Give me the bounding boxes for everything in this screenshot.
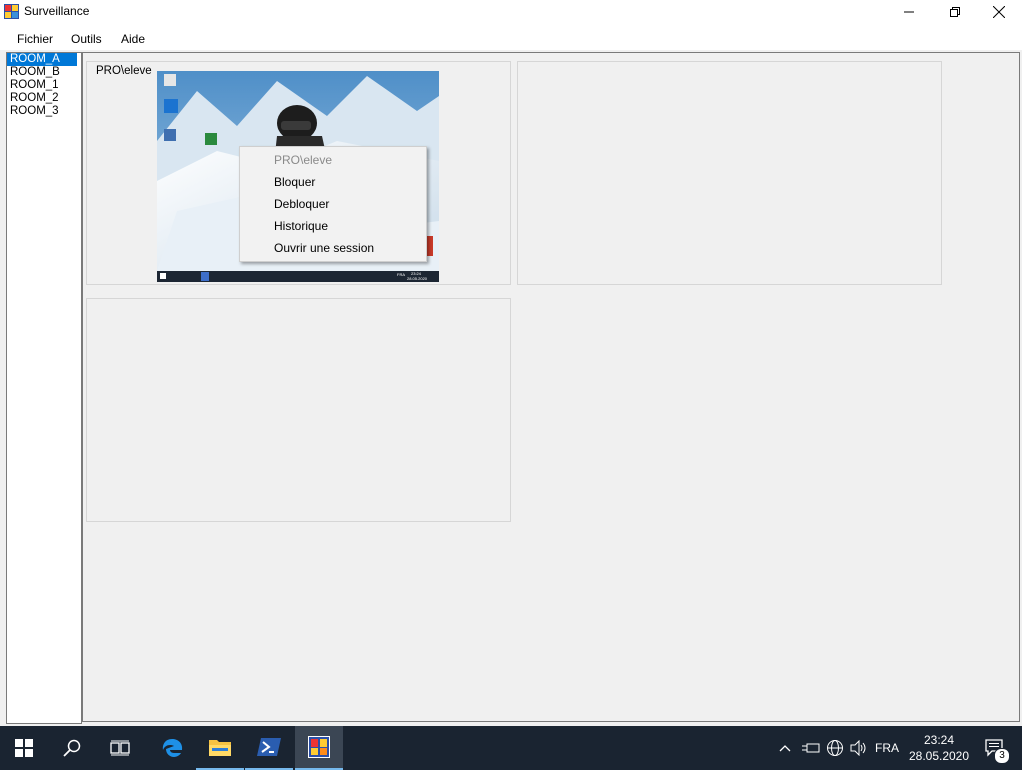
close-icon bbox=[993, 6, 1005, 18]
restore-icon bbox=[950, 7, 960, 17]
screen-panel-empty[interactable] bbox=[86, 298, 511, 522]
notification-badge: 3 bbox=[994, 748, 1010, 764]
minimize-button[interactable] bbox=[886, 0, 932, 24]
thumb-date: 28.05.2020 bbox=[407, 276, 428, 281]
globe-network-icon bbox=[827, 740, 843, 756]
power-plug-icon bbox=[802, 743, 820, 753]
power-tray-button[interactable] bbox=[800, 726, 822, 770]
room-item-1[interactable]: ROOM_1 bbox=[7, 79, 81, 92]
action-center-button[interactable]: 3 bbox=[980, 726, 1010, 770]
thumb-lang: FRA bbox=[397, 272, 405, 277]
menu-aide[interactable]: Aide bbox=[121, 32, 145, 46]
screen-panel-empty[interactable] bbox=[517, 61, 942, 285]
powershell-icon bbox=[257, 738, 281, 756]
windows-start-icon bbox=[15, 739, 33, 757]
search-button[interactable] bbox=[48, 726, 96, 770]
context-historique[interactable]: Historique bbox=[274, 219, 328, 233]
task-view-icon bbox=[110, 740, 130, 756]
menu-outils[interactable]: Outils bbox=[71, 32, 102, 46]
clock-date: 28.05.2020 bbox=[908, 749, 970, 763]
speaker-icon bbox=[850, 740, 866, 756]
search-icon bbox=[63, 739, 81, 757]
file-explorer-icon bbox=[209, 740, 231, 756]
context-debloquer[interactable]: Debloquer bbox=[274, 197, 329, 211]
clock-button[interactable]: 23:24 28.05.2020 bbox=[906, 726, 972, 770]
edge-button[interactable] bbox=[148, 726, 196, 770]
surveillance-app-button[interactable] bbox=[295, 726, 343, 770]
room-item-b[interactable]: ROOM_B bbox=[7, 66, 81, 79]
clock-time: 23:24 bbox=[923, 733, 955, 747]
task-view-button[interactable] bbox=[96, 726, 144, 770]
context-bloquer[interactable]: Bloquer bbox=[274, 175, 315, 189]
title-bar: Surveillance bbox=[0, 0, 1022, 24]
surveillance-app-icon bbox=[308, 736, 330, 758]
show-hidden-icons-button[interactable] bbox=[776, 726, 794, 770]
room-item-a[interactable]: ROOM_A bbox=[7, 53, 77, 66]
panel-label: PRO\eleve bbox=[96, 65, 152, 77]
taskbar: FRA 23:24 28.05.2020 3 bbox=[0, 726, 1022, 770]
window-title: Surveillance bbox=[24, 4, 90, 18]
minimize-icon bbox=[904, 11, 914, 13]
room-item-2[interactable]: ROOM_2 bbox=[7, 92, 81, 105]
input-language-button[interactable]: FRA bbox=[872, 726, 902, 770]
start-button[interactable] bbox=[0, 726, 48, 770]
room-list[interactable]: ROOM_A ROOM_B ROOM_1 ROOM_2 ROOM_3 bbox=[6, 52, 82, 724]
network-tray-button[interactable] bbox=[824, 726, 846, 770]
room-item-3[interactable]: ROOM_3 bbox=[7, 105, 81, 118]
menu-fichier[interactable]: Fichier bbox=[17, 32, 53, 46]
restore-button[interactable] bbox=[932, 0, 978, 24]
app-icon bbox=[4, 4, 19, 19]
edge-icon bbox=[162, 739, 183, 757]
context-menu-header: PRO\eleve bbox=[274, 153, 333, 167]
context-menu: PRO\eleve Bloquer Debloquer Historique O… bbox=[239, 146, 427, 262]
context-ouvrir-session[interactable]: Ouvrir une session bbox=[274, 241, 374, 255]
volume-tray-button[interactable] bbox=[848, 726, 870, 770]
chevron-up-icon bbox=[779, 745, 791, 752]
file-explorer-button[interactable] bbox=[196, 726, 244, 770]
close-button[interactable] bbox=[976, 0, 1022, 24]
menu-bar: Fichier Outils Aide bbox=[0, 26, 1022, 50]
powershell-button[interactable] bbox=[245, 726, 293, 770]
